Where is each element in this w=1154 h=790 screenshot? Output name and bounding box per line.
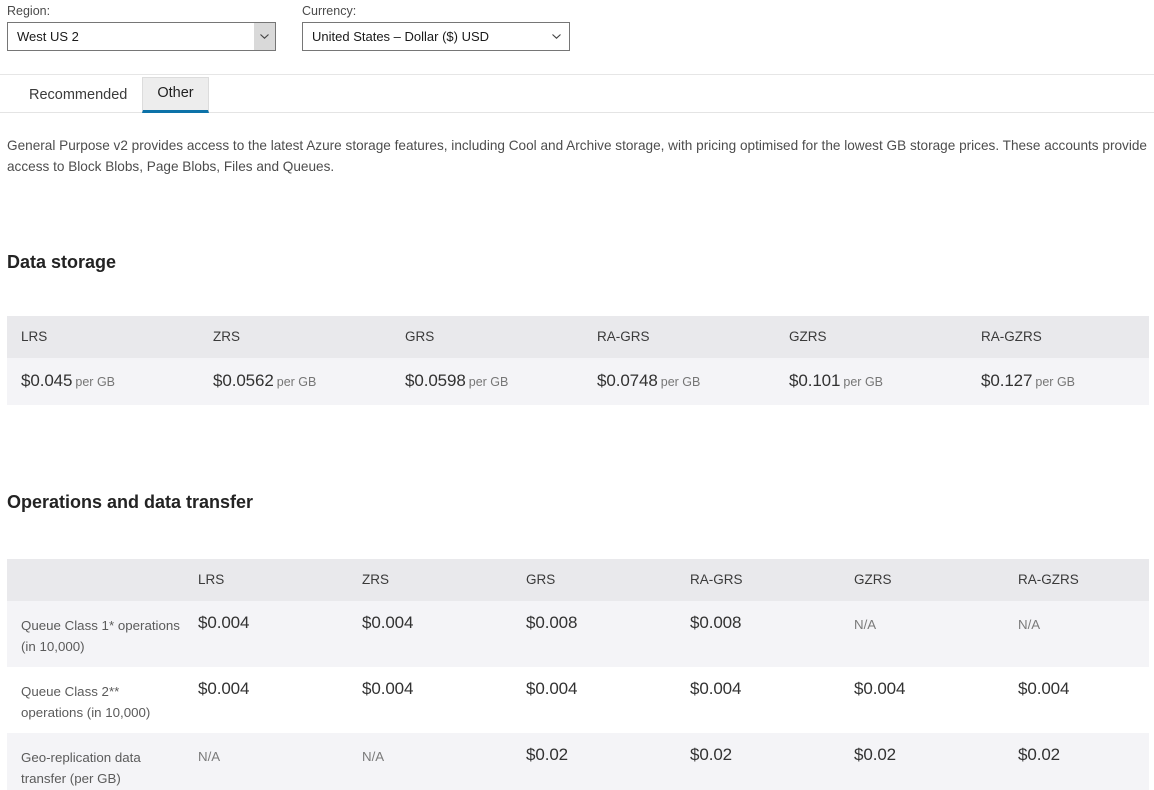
selectors-bar: Region: West US 2 Currency: United State… xyxy=(0,0,1154,75)
table-header-row: LRS ZRS GRS RA-GRS GZRS RA-GZRS xyxy=(7,559,1149,601)
tab-recommended[interactable]: Recommended xyxy=(14,79,142,113)
column-header-ra-grs: RA-GRS xyxy=(583,316,775,358)
row-label: Geo-replication data transfer (per GB) xyxy=(7,733,184,790)
account-type-tabs: Recommended Other xyxy=(0,75,1154,113)
chevron-down-icon[interactable] xyxy=(543,23,569,50)
column-header-ra-grs: RA-GRS xyxy=(676,559,840,601)
chevron-down-icon[interactable] xyxy=(254,23,275,50)
cell-lrs: $0.004 xyxy=(184,601,348,667)
price-cell-gzrs: $0.101per GB xyxy=(775,358,967,405)
cell-ra-grs: $0.008 xyxy=(676,601,840,667)
cell-gzrs: $0.004 xyxy=(840,667,1004,733)
region-dropdown-value: West US 2 xyxy=(8,29,254,44)
currency-selector-group: Currency: United States – Dollar ($) USD xyxy=(302,4,570,51)
price-value: $0.045 xyxy=(21,371,72,390)
cell-zrs: N/A xyxy=(348,733,512,790)
price-value: $0.101 xyxy=(789,371,840,390)
column-header-lrs: LRS xyxy=(184,559,348,601)
price-unit: per GB xyxy=(661,375,701,389)
table-row: Queue Class 2** operations (in 10,000) $… xyxy=(7,667,1149,733)
column-header-lrs: LRS xyxy=(7,316,199,358)
cell-ra-gzrs: $0.004 xyxy=(1004,667,1149,733)
table-header-row: LRS ZRS GRS RA-GRS GZRS RA-GZRS xyxy=(7,316,1149,358)
data-storage-table: LRS ZRS GRS RA-GRS GZRS RA-GZRS $0.045pe… xyxy=(7,316,1149,405)
section-title-operations: Operations and data transfer xyxy=(7,492,1154,513)
column-header-blank xyxy=(7,559,184,601)
cell-gzrs: N/A xyxy=(840,601,1004,667)
cell-zrs: $0.004 xyxy=(348,667,512,733)
price-unit: per GB xyxy=(277,375,317,389)
price-value: $0.0562 xyxy=(213,371,274,390)
column-header-zrs: ZRS xyxy=(199,316,391,358)
currency-dropdown-value: United States – Dollar ($) USD xyxy=(303,29,543,44)
cell-lrs: N/A xyxy=(184,733,348,790)
region-selector-group: Region: West US 2 xyxy=(7,4,276,51)
price-cell-lrs: $0.045per GB xyxy=(7,358,199,405)
price-cell-zrs: $0.0562per GB xyxy=(199,358,391,405)
row-label: Queue Class 2** operations (in 10,000) xyxy=(7,667,184,733)
section-title-data-storage: Data storage xyxy=(7,252,1154,273)
cell-grs: $0.004 xyxy=(512,667,676,733)
price-unit: per GB xyxy=(75,375,115,389)
price-value: $0.127 xyxy=(981,371,1032,390)
currency-label: Currency: xyxy=(302,4,570,18)
table-row: Queue Class 1* operations (in 10,000) $0… xyxy=(7,601,1149,667)
price-value: $0.0748 xyxy=(597,371,658,390)
column-header-gzrs: GZRS xyxy=(840,559,1004,601)
cell-grs: $0.008 xyxy=(512,601,676,667)
price-unit: per GB xyxy=(469,375,509,389)
column-header-ra-gzrs: RA-GZRS xyxy=(967,316,1149,358)
account-description: General Purpose v2 provides access to th… xyxy=(7,135,1149,177)
table-row: Geo-replication data transfer (per GB) N… xyxy=(7,733,1149,790)
column-header-grs: GRS xyxy=(512,559,676,601)
price-unit: per GB xyxy=(1035,375,1075,389)
cell-ra-grs: $0.004 xyxy=(676,667,840,733)
price-cell-grs: $0.0598per GB xyxy=(391,358,583,405)
operations-table: LRS ZRS GRS RA-GRS GZRS RA-GZRS Queue Cl… xyxy=(7,559,1149,790)
cell-zrs: $0.004 xyxy=(348,601,512,667)
cell-ra-gzrs: N/A xyxy=(1004,601,1149,667)
price-unit: per GB xyxy=(843,375,883,389)
currency-dropdown[interactable]: United States – Dollar ($) USD xyxy=(302,22,570,51)
price-value: $0.0598 xyxy=(405,371,466,390)
row-label: Queue Class 1* operations (in 10,000) xyxy=(7,601,184,667)
cell-gzrs: $0.02 xyxy=(840,733,1004,790)
cell-lrs: $0.004 xyxy=(184,667,348,733)
cell-ra-gzrs: $0.02 xyxy=(1004,733,1149,790)
price-cell-ra-grs: $0.0748per GB xyxy=(583,358,775,405)
region-dropdown[interactable]: West US 2 xyxy=(7,22,276,51)
cell-ra-grs: $0.02 xyxy=(676,733,840,790)
region-label: Region: xyxy=(7,4,276,18)
table-row: $0.045per GB $0.0562per GB $0.0598per GB… xyxy=(7,358,1149,405)
column-header-grs: GRS xyxy=(391,316,583,358)
column-header-zrs: ZRS xyxy=(348,559,512,601)
tab-other[interactable]: Other xyxy=(142,77,208,113)
column-header-ra-gzrs: RA-GZRS xyxy=(1004,559,1149,601)
price-cell-ra-gzrs: $0.127per GB xyxy=(967,358,1149,405)
cell-grs: $0.02 xyxy=(512,733,676,790)
column-header-gzrs: GZRS xyxy=(775,316,967,358)
